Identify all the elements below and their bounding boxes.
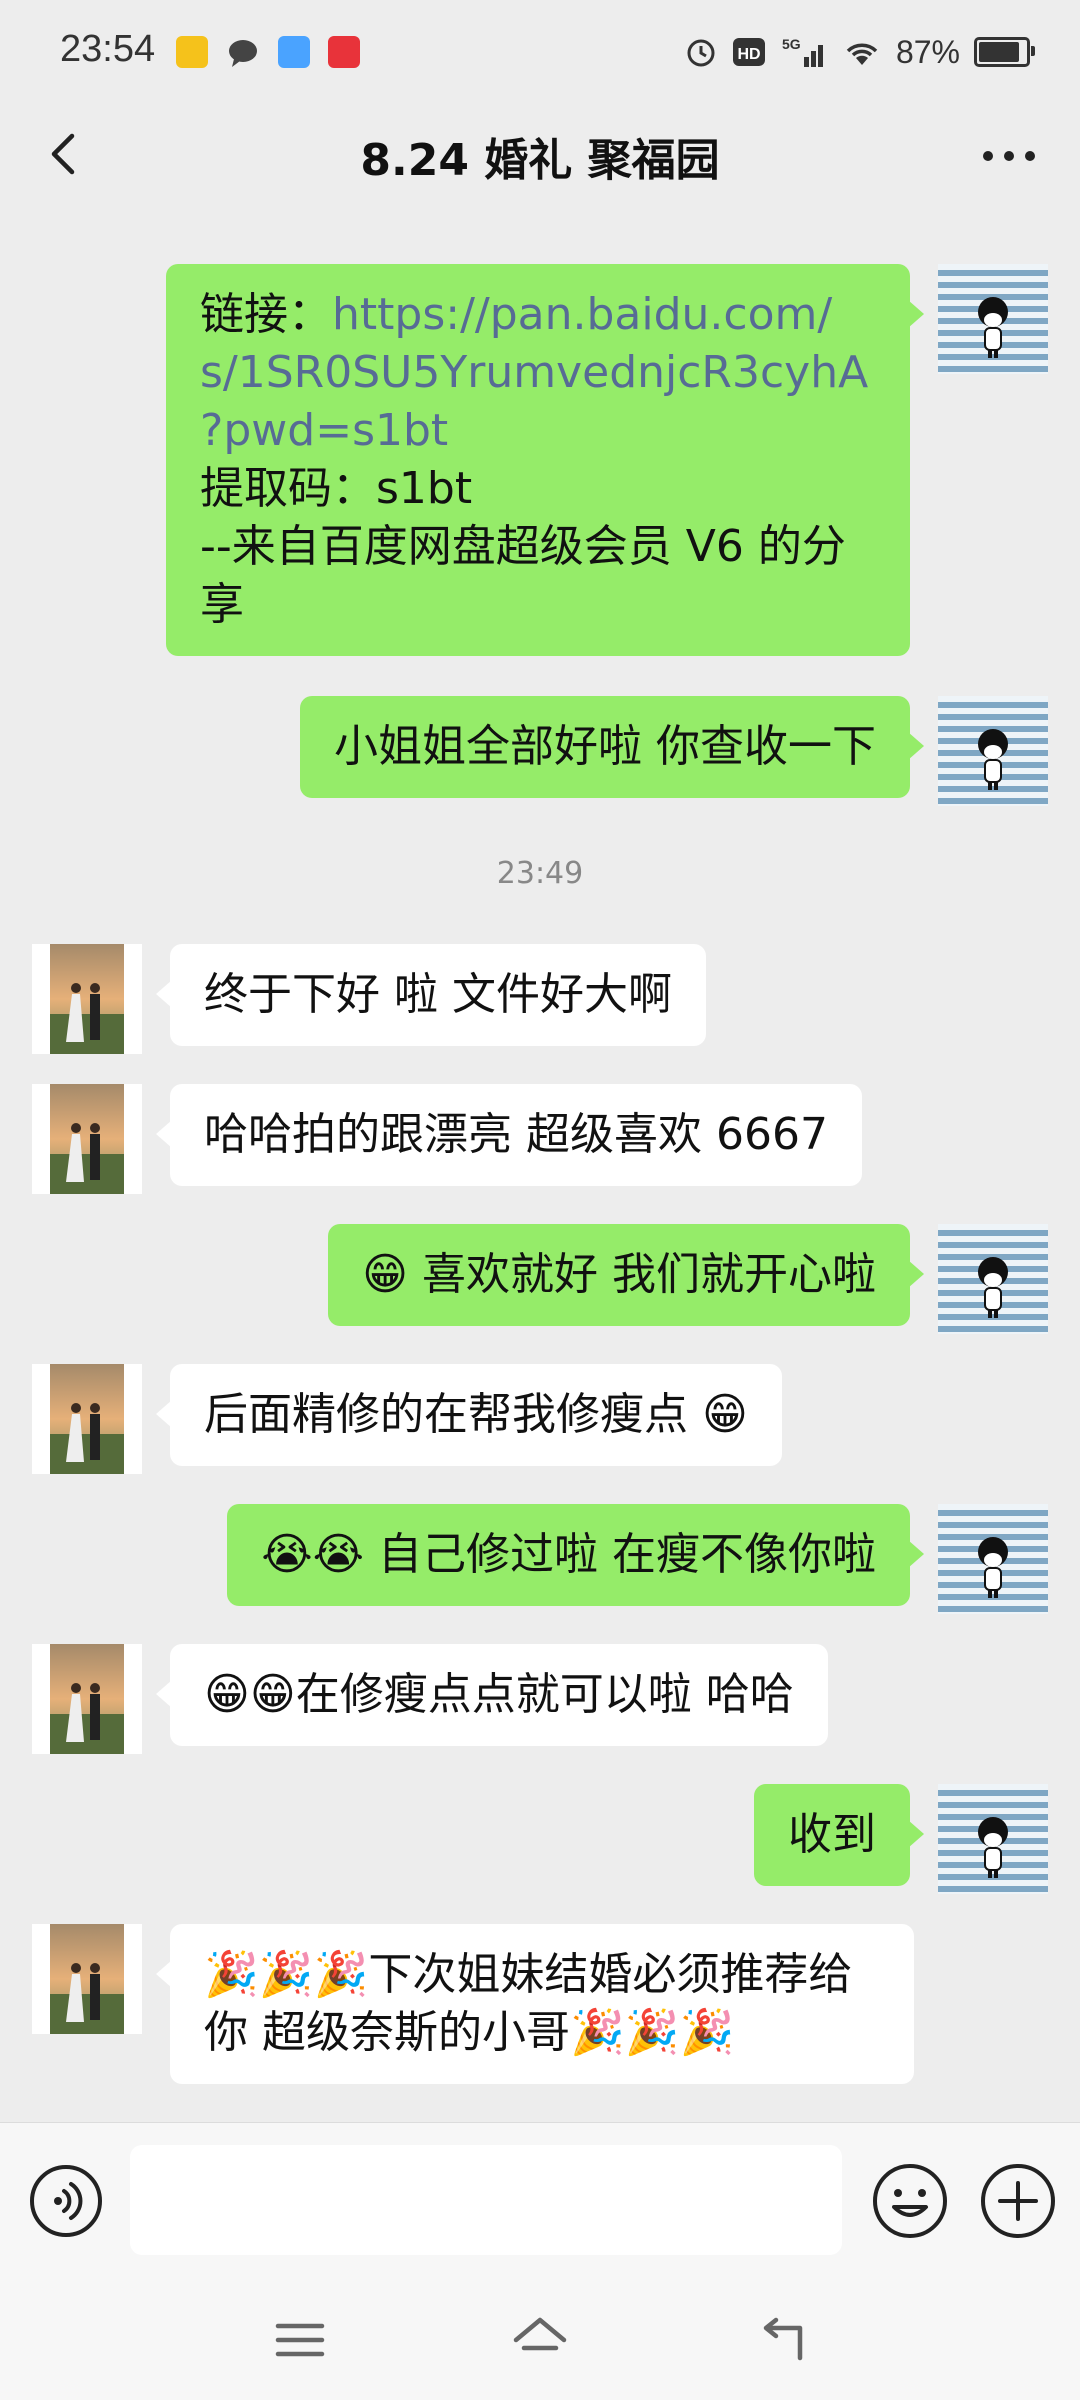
my-avatar[interactable] [938, 264, 1048, 374]
chat-message-list[interactable]: 链接：https://pan.baidu.com/ s/1SR0SU5Yrumv… [0, 212, 1080, 2122]
menu-lines-icon [275, 2323, 325, 2357]
message-text: 😁 喜欢就好 我们就开心啦 [362, 1249, 876, 1300]
message-row: 链接：https://pan.baidu.com/ s/1SR0SU5Yrumv… [0, 264, 1080, 662]
contact-avatar[interactable] [32, 1924, 142, 2034]
message-row: 收到 [0, 1784, 1080, 1894]
alarm-icon [687, 39, 715, 67]
contact-avatar[interactable] [32, 944, 142, 1054]
message-bubble[interactable]: 收到 [754, 1784, 924, 1886]
emoji-button[interactable] [870, 2161, 950, 2241]
message-bubble[interactable]: 😭😭 自己修过啦 在瘦不像你啦 [227, 1504, 924, 1606]
voice-icon [30, 2165, 102, 2237]
message-bubble[interactable]: 🎉🎉🎉下次姐妹结婚必须推荐给 你 超级奈斯的小哥🎉🎉🎉 [156, 1924, 914, 2084]
battery-level [979, 42, 1019, 62]
time-divider: 23:49 [496, 856, 584, 891]
more-options-button[interactable] [974, 126, 1044, 186]
status-right-icons: HD 5G 87% [684, 30, 1035, 74]
message-row: 🎉🎉🎉下次姐妹结婚必须推荐给 你 超级奈斯的小哥🎉🎉🎉 [0, 1924, 1080, 2092]
plus-circle-icon [981, 2164, 1055, 2238]
menu-nav-button[interactable] [270, 2310, 330, 2370]
message-row: 😁 喜欢就好 我们就开心啦 [0, 1224, 1080, 1334]
message-row: 😭😭 自己修过啦 在瘦不像你啦 [0, 1504, 1080, 1614]
message-text: 收到 [788, 1809, 876, 1860]
wifi-icon [846, 43, 878, 65]
message-text: 终于下好 啦 文件好大啊 [204, 969, 672, 1020]
smiley-icon [873, 2164, 947, 2238]
message-row: 后面精修的在帮我修瘦点 😁 [0, 1364, 1080, 1474]
status-time: 23:54 [60, 28, 156, 70]
chat-title: 8.24 婚礼 聚福园 [360, 135, 720, 186]
status-bar: 23:54 HD 5G 87% [0, 0, 1080, 100]
message-input[interactable] [130, 2145, 842, 2255]
message-bubble[interactable]: 后面精修的在帮我修瘦点 😁 [156, 1364, 782, 1466]
message-bubble[interactable]: 哈哈拍的跟漂亮 超级喜欢 6667 [156, 1084, 862, 1186]
message-row: 终于下好 啦 文件好大啊 [0, 944, 1080, 1054]
system-nav-bar [0, 2278, 1080, 2400]
message-row: 小姐姐全部好啦 你查收一下 [0, 696, 1080, 806]
home-icon [513, 2317, 567, 2351]
message-row: 哈哈拍的跟漂亮 超级喜欢 6667 [0, 1084, 1080, 1194]
contact-avatar[interactable] [32, 1644, 142, 1754]
message-text: 😁😁在修瘦点点就可以啦 哈哈 [204, 1669, 794, 1720]
battery-icon [974, 37, 1035, 67]
my-avatar[interactable] [938, 1504, 1048, 1614]
message-text: 小姐姐全部好啦 你查收一下 [334, 721, 876, 772]
battery-tip [1031, 46, 1035, 56]
input-bar [0, 2122, 1080, 2279]
more-functions-button[interactable] [978, 2161, 1058, 2241]
hd-icon: HD [732, 38, 765, 66]
message-text: 链接： [200, 289, 332, 340]
home-nav-button[interactable] [510, 2310, 570, 2370]
contact-avatar[interactable] [32, 1084, 142, 1194]
message-bubble[interactable]: 终于下好 啦 文件好大啊 [156, 944, 706, 1046]
back-arrow-icon [763, 2317, 803, 2361]
more-dots-icon [983, 151, 1035, 161]
status-app-icons [176, 36, 360, 74]
message-row: 😁😁在修瘦点点就可以啦 哈哈 [0, 1644, 1080, 1754]
back-nav-button[interactable] [752, 2310, 812, 2370]
5g-signal-icon: 5G [782, 36, 823, 67]
battery-percent: 87% [895, 33, 960, 70]
yellow-app-icon [176, 36, 208, 68]
my-avatar[interactable] [938, 696, 1048, 806]
message-bubble[interactable]: 😁 喜欢就好 我们就开心啦 [328, 1224, 924, 1326]
message-bubble-icon [226, 36, 260, 74]
chat-header: 8.24 婚礼 聚福园 [0, 100, 1080, 212]
message-bubble[interactable]: 😁😁在修瘦点点就可以啦 哈哈 [156, 1644, 828, 1746]
message-bubble[interactable]: 小姐姐全部好啦 你查收一下 [300, 696, 924, 798]
message-bubble[interactable]: 链接：https://pan.baidu.com/ s/1SR0SU5Yrumv… [166, 264, 924, 656]
svg-text:HD: HD [737, 46, 760, 63]
message-text: 哈哈拍的跟漂亮 超级喜欢 6667 [204, 1109, 828, 1160]
contact-avatar[interactable] [32, 1364, 142, 1474]
message-text: 🎉🎉🎉下次姐妹结婚必须推荐给 你 超级奈斯的小哥🎉🎉🎉 [204, 1949, 853, 2058]
voice-input-button[interactable] [28, 2163, 104, 2239]
my-avatar[interactable] [938, 1784, 1048, 1894]
qq-icon [278, 36, 310, 68]
svg-text:5G: 5G [782, 36, 801, 52]
my-avatar[interactable] [938, 1224, 1048, 1334]
message-text: 😭😭 自己修过啦 在瘦不像你啦 [261, 1529, 876, 1580]
red-app-icon [328, 36, 360, 68]
message-text: 提取码：s1bt --来自百度网盘超级会员 V6 的分 享 [200, 463, 846, 630]
message-text: 后面精修的在帮我修瘦点 😁 [204, 1389, 748, 1440]
